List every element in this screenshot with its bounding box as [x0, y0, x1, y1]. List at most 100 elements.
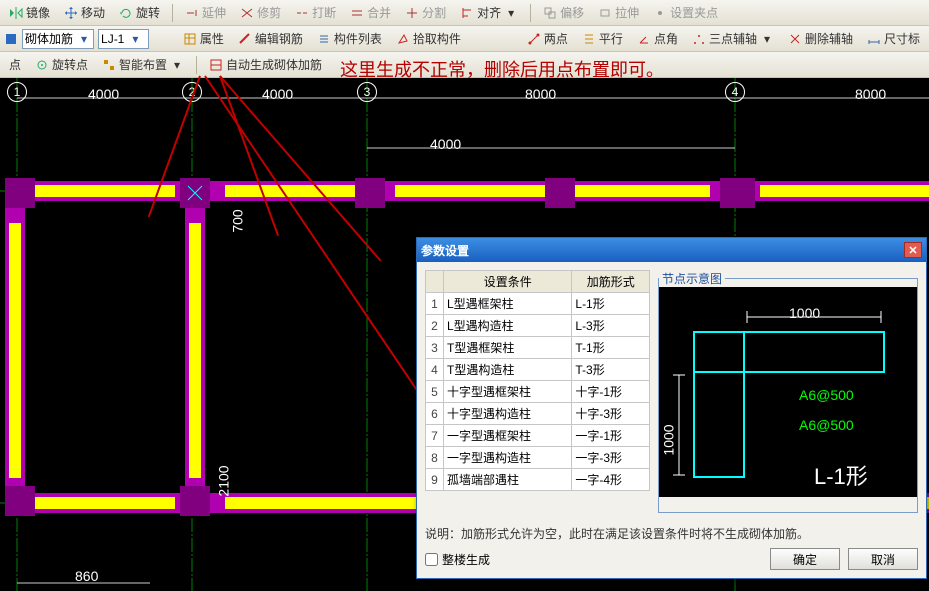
- break-icon: [295, 6, 309, 20]
- table-row[interactable]: 1L型遇框架柱L-1形: [426, 293, 650, 315]
- table-row[interactable]: 7一字型遇框架柱一字-1形: [426, 425, 650, 447]
- merge-button[interactable]: 合并: [345, 2, 396, 23]
- autogen-button[interactable]: 自动生成砌体加筋: [204, 54, 327, 75]
- table-row[interactable]: 3T型遇框架柱T-1形: [426, 337, 650, 359]
- trim-icon: [240, 6, 254, 20]
- break-button[interactable]: 打断: [290, 2, 341, 23]
- cancel-button[interactable]: 取消: [848, 548, 918, 570]
- smart-icon: [102, 58, 116, 72]
- cell-cond[interactable]: 一字型遇框架柱: [444, 425, 572, 447]
- chevron-down-icon: ▾: [760, 32, 774, 46]
- cell-cond[interactable]: T型遇框架柱: [444, 337, 572, 359]
- setclamp-button[interactable]: 设置夹点: [648, 2, 723, 23]
- chevron-down-icon: ▾: [504, 6, 518, 20]
- table-row[interactable]: 6十字型遇构造柱十字-3形: [426, 403, 650, 425]
- chevron-down-icon: ▾: [77, 32, 91, 46]
- cell-form[interactable]: 十字-3形: [572, 403, 650, 425]
- cell-n: 2: [426, 315, 444, 337]
- smart-layout-label: 智能布置: [119, 56, 167, 73]
- cell-form[interactable]: T-3形: [572, 359, 650, 381]
- two-point-label: 两点: [544, 30, 568, 47]
- table-row[interactable]: 5十字型遇框架柱十字-1形: [426, 381, 650, 403]
- cell-form[interactable]: L-3形: [572, 315, 650, 337]
- ok-button[interactable]: 确定: [770, 548, 840, 570]
- cell-form[interactable]: T-1形: [572, 337, 650, 359]
- two-point-icon: [527, 32, 541, 46]
- two-point-button[interactable]: 两点: [522, 28, 573, 49]
- cell-form[interactable]: 一字-4形: [572, 469, 650, 491]
- table-row[interactable]: 2L型遇构造柱L-3形: [426, 315, 650, 337]
- cell-cond[interactable]: L型遇框架柱: [444, 293, 572, 315]
- cell-cond[interactable]: 十字型遇框架柱: [444, 381, 572, 403]
- rotate-button[interactable]: 旋转: [114, 2, 165, 23]
- dialog-titlebar[interactable]: 参数设置 ✕: [417, 238, 926, 262]
- param-table-wrap: 设置条件 加筋形式 1L型遇框架柱L-1形2L型遇构造柱L-3形3T型遇框架柱T…: [425, 270, 650, 513]
- table-row[interactable]: 9孤墙端部遇柱一字-4形: [426, 469, 650, 491]
- rotpt-button[interactable]: 旋转点: [30, 54, 93, 75]
- smart-layout-button[interactable]: 智能布置 ▾: [97, 54, 189, 75]
- table-row[interactable]: 4T型遇构造柱T-3形: [426, 359, 650, 381]
- cell-n: 9: [426, 469, 444, 491]
- dim-4000a: 4000: [88, 86, 119, 102]
- pick-member-label: 拾取构件: [413, 30, 461, 47]
- preview-fieldset: 节点示意图 1000: [658, 270, 918, 513]
- edit-rebar-button[interactable]: 编辑钢筋: [233, 28, 308, 49]
- table-header-row: 设置条件 加筋形式: [426, 271, 650, 293]
- cell-form[interactable]: 一字-3形: [572, 447, 650, 469]
- split-button[interactable]: 分割: [400, 2, 451, 23]
- member-type-dropdown[interactable]: 砌体加筋 ▾: [22, 29, 94, 49]
- cell-n: 1: [426, 293, 444, 315]
- trim-button[interactable]: 修剪: [235, 2, 286, 23]
- dialog-title: 参数设置: [421, 242, 469, 259]
- setclamp-label: 设置夹点: [670, 4, 718, 21]
- close-button[interactable]: ✕: [904, 242, 922, 258]
- cell-cond[interactable]: 十字型遇构造柱: [444, 403, 572, 425]
- parallel-icon: [582, 32, 596, 46]
- property-button[interactable]: 属性: [178, 28, 229, 49]
- point-angle-button[interactable]: 点角: [632, 28, 683, 49]
- dialog-footer: 整楼生成 确定 取消: [417, 542, 926, 578]
- member-list-button[interactable]: 构件列表: [312, 28, 387, 49]
- point-button[interactable]: 点: [4, 54, 26, 75]
- dialog-explain: 说明：加筋形式允许为空，此时在满足该设置条件时将不生成砌体加筋。: [417, 521, 926, 542]
- grid-bubble-4: 4: [725, 82, 745, 102]
- wholefloor-checkbox[interactable]: [425, 553, 438, 566]
- mirror-button[interactable]: 镜像: [4, 2, 55, 23]
- dim-700: 700: [230, 209, 246, 232]
- rotate-label: 旋转: [136, 4, 160, 21]
- cell-form[interactable]: 一字-1形: [572, 425, 650, 447]
- offset-button[interactable]: 偏移: [538, 2, 589, 23]
- stretch-button[interactable]: 拉伸: [593, 2, 644, 23]
- table-row[interactable]: 8一字型遇构造柱一字-3形: [426, 447, 650, 469]
- cell-n: 7: [426, 425, 444, 447]
- cell-form[interactable]: 十字-1形: [572, 381, 650, 403]
- list-icon: [317, 32, 331, 46]
- chevron-down-icon: ▾: [128, 32, 142, 46]
- col-n: [426, 271, 444, 293]
- cell-form[interactable]: L-1形: [572, 293, 650, 315]
- del-aux-button[interactable]: 删除辅轴: [783, 28, 858, 49]
- pick-member-button[interactable]: 拾取构件: [391, 28, 466, 49]
- stretch-icon: [598, 6, 612, 20]
- point-angle-icon: [637, 32, 651, 46]
- cell-cond[interactable]: T型遇构造柱: [444, 359, 572, 381]
- cell-cond[interactable]: 一字型遇构造柱: [444, 447, 572, 469]
- align-button[interactable]: 对齐 ▾: [455, 2, 523, 23]
- rotpt-icon: [35, 58, 49, 72]
- move-button[interactable]: 移动: [59, 2, 110, 23]
- dim-label-button[interactable]: 尺寸标: [862, 28, 925, 49]
- pv-dim-1000b: 1000: [661, 424, 677, 455]
- parallel-button[interactable]: 平行: [577, 28, 628, 49]
- del-aux-label: 删除辅轴: [805, 30, 853, 47]
- cell-cond[interactable]: 孤墙端部遇柱: [444, 469, 572, 491]
- member-name-dropdown[interactable]: LJ-1 ▾: [98, 29, 149, 49]
- dim-label-label: 尺寸标: [884, 30, 920, 47]
- grid-bubble-1: 1: [7, 82, 27, 102]
- cell-cond[interactable]: L型遇构造柱: [444, 315, 572, 337]
- wholefloor-checkbox-label[interactable]: 整楼生成: [425, 551, 490, 568]
- dim-icon: [867, 32, 881, 46]
- param-table[interactable]: 设置条件 加筋形式 1L型遇框架柱L-1形2L型遇构造柱L-3形3T型遇框架柱T…: [425, 270, 650, 491]
- three-aux-button[interactable]: 三点辅轴 ▾: [687, 28, 779, 49]
- property-icon: [183, 32, 197, 46]
- extend-button[interactable]: 延伸: [180, 2, 231, 23]
